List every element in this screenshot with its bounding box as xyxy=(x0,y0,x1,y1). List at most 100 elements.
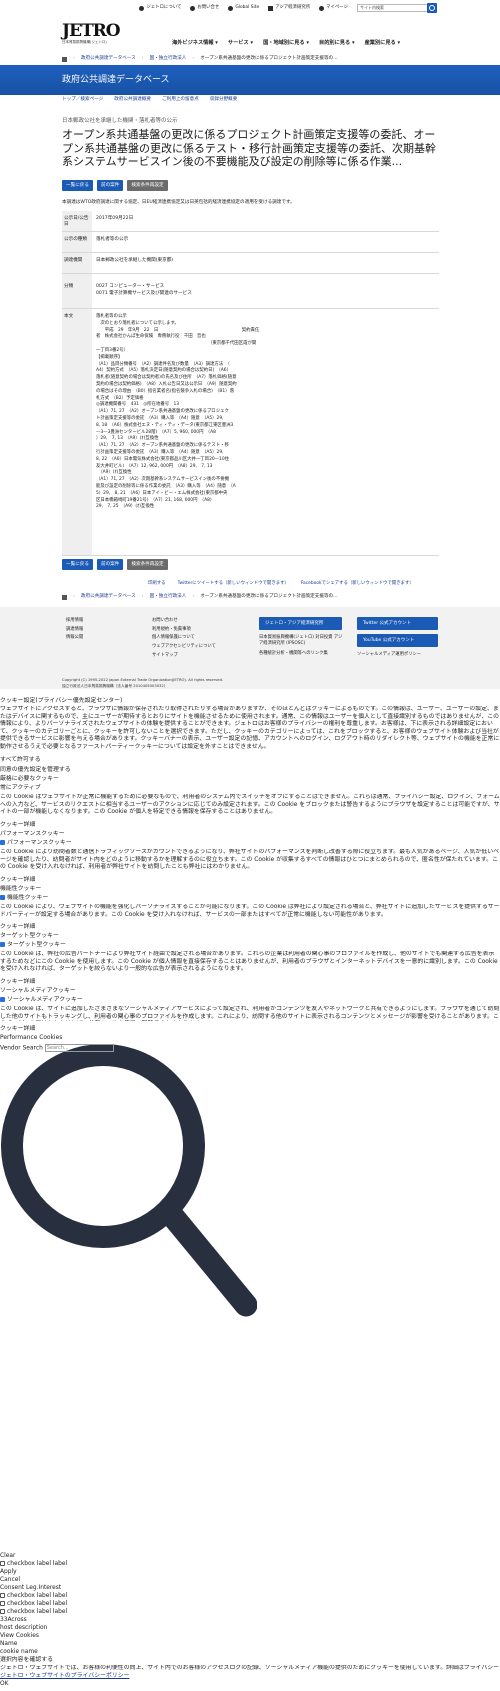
cookie-details-link[interactable]: クッキー詳細 xyxy=(0,822,500,830)
perf-cookies-desc: この Cookie により訪問者数と通信トラフィックソースがカウントできるように… xyxy=(0,849,499,871)
user-icon xyxy=(319,5,325,11)
twitter-account-button[interactable]: Twitter 公式アカウント xyxy=(357,617,438,630)
site-search-input[interactable]: サイト内検索 xyxy=(357,4,437,12)
apply-button[interactable]: Apply xyxy=(0,1569,500,1577)
social-policy-link[interactable]: ソーシャルメディア運用ポリシー xyxy=(357,651,421,660)
page: ジェトロについて お問い合せ Global Site アジア経済研究所 マイペー… xyxy=(0,0,500,1691)
main-nav: 海外ビジネス情報 ▾ サービス ▾ 国・地域別に見る ▾ 目的別に見る ▾ 産業… xyxy=(172,40,400,47)
checkbox-icon[interactable] xyxy=(0,1593,5,1598)
target-cookies-toggle[interactable]: ターゲット型クッキー xyxy=(0,942,500,950)
confirm-selection-button[interactable]: 選択内容を確認する xyxy=(0,1657,500,1665)
cookie-details-link[interactable]: クッキー詳細 xyxy=(0,979,500,987)
twitter-share-link[interactable]: Twitterにツイートする（新しいウィンドウで開きます） xyxy=(178,581,289,587)
ide-link[interactable]: アジア経済研究所 xyxy=(268,5,310,11)
subnav-overview[interactable]: 政府公共調達概要 xyxy=(114,97,151,103)
target-cookies-desc: この Cookie は、弊社の広告パートナーにより弊社サイト経由で設定される場合… xyxy=(0,951,498,973)
social-cookies-toggle[interactable]: ソーシャルメディアクッキー xyxy=(0,997,500,1005)
nav-by-industry[interactable]: 産業別に見る ▾ xyxy=(365,40,401,47)
func-cookies-desc: この Cookie により、ウェブサイトの機能を強化しパーソナライズすることが可… xyxy=(0,904,500,918)
footer-link[interactable]: 採用情報 xyxy=(66,617,83,626)
corporate-number: 独立行政法人日本貿易振興機構（法人番号 2010405003032） xyxy=(62,684,168,688)
filter-checkbox[interactable]: checkbox label label xyxy=(0,1601,500,1609)
footer-link[interactable]: 日本貿易振興機構(ジェトロ) 対日投資 アジア経済研究所 (IPSOSC) xyxy=(259,635,344,647)
row-key: 本文 xyxy=(62,309,92,555)
filter-checkbox[interactable]: checkbox label label xyxy=(0,1609,500,1617)
band-title: 政府公共調達データベース xyxy=(62,75,170,85)
row-value: 0027 コンピューター・サービス 0071 電子計算機サービス及び関連のサービ… xyxy=(96,284,192,296)
checkbox-icon[interactable] xyxy=(0,1561,5,1566)
breadcrumb-agency[interactable]: 国・独立行政法人 xyxy=(150,594,187,600)
footer-link[interactable]: ウェブアクセシビリティについて xyxy=(152,643,216,652)
clear-button[interactable]: Clear xyxy=(0,1553,500,1561)
row-key: 分類 xyxy=(62,274,92,308)
cookie-details-link[interactable]: クッキー詳細 xyxy=(0,924,500,932)
home-icon[interactable] xyxy=(62,594,67,600)
perf-cookies-toggle[interactable]: パフォーマンスクッキー xyxy=(0,840,500,848)
ok-button[interactable]: OK xyxy=(0,1681,500,1689)
search-icon[interactable] xyxy=(0,1043,257,1320)
footer-link[interactable]: 各種統計分析・機関等へのリンク集 xyxy=(259,651,344,657)
row-value: 2017年09月22日 xyxy=(96,216,134,221)
checkbox-icon[interactable] xyxy=(0,942,5,947)
cookie-name-label: Name xyxy=(0,1641,18,1647)
filter-checkbox[interactable]: checkbox label label xyxy=(0,1561,500,1569)
footer-link[interactable]: 調達情報 xyxy=(66,626,83,635)
home-icon[interactable] xyxy=(62,56,67,62)
prev-item-button[interactable]: 前の案件 xyxy=(96,180,124,191)
row-key: 公示日/公告日 xyxy=(62,211,92,231)
nav-by-region[interactable]: 国・地域別に見る ▾ xyxy=(263,40,309,47)
search-icon[interactable] xyxy=(427,3,437,13)
section-band: 政府公共調達データベース xyxy=(0,65,500,95)
checkbox-icon[interactable] xyxy=(0,1601,5,1606)
breadcrumb-current: オープン系共通基盤の更改に係るプロジェクト計画策定支援等の... xyxy=(200,594,338,599)
footer-link[interactable]: 情報公開 xyxy=(66,634,83,643)
nav-services[interactable]: サービス ▾ xyxy=(228,40,253,47)
breadcrumb-db[interactable]: 政府公共調達データベース xyxy=(81,56,136,62)
allow-all-button[interactable]: すべて許可する xyxy=(0,757,500,765)
subnav-notes[interactable]: ご利用上の留意点 xyxy=(162,97,199,103)
vendor-search-input[interactable]: Search... xyxy=(44,1044,114,1052)
table-row: 調達機関 日本郵政公社を承継した機関(東京都) xyxy=(62,253,439,274)
youtube-account-button[interactable]: YouTube 公式アカウント xyxy=(357,634,438,647)
nav-overseas-business[interactable]: 海外ビジネス情報 ▾ xyxy=(172,40,218,47)
cookie-details-link[interactable]: クッキー詳細 xyxy=(0,877,500,885)
func-cookies-heading: 機能性クッキー xyxy=(0,886,42,892)
info-icon xyxy=(139,5,145,11)
ide-site-button[interactable]: ジェトロ・アジア経済研究所 xyxy=(259,617,342,630)
mypage-link[interactable]: マイページ xyxy=(319,5,348,11)
cookie-intro: ウェブサイトにアクセスすると、ブラウザに情報が保存されたり取得されたりする場合が… xyxy=(0,706,500,750)
cookie-details-link[interactable]: クッキー詳細 xyxy=(0,1026,500,1034)
checkbox-icon[interactable] xyxy=(0,840,5,845)
print-link[interactable]: 印刷する xyxy=(148,581,166,587)
nav-by-purpose[interactable]: 目的別に見る ▾ xyxy=(319,40,355,47)
footer-link[interactable]: お問い合わせ xyxy=(152,617,216,626)
checkbox-icon[interactable] xyxy=(0,895,5,900)
facebook-share-link[interactable]: Facebookでシェアする（新しいウィンドウで開きます） xyxy=(301,581,414,587)
footer-link[interactable]: 利用規約・免責事項 xyxy=(152,626,216,635)
back-to-list-button[interactable]: 一覧に戻る xyxy=(62,559,93,570)
strict-cookies-heading: 厳格に必要なクッキー xyxy=(0,776,59,782)
reset-search-button[interactable]: 検索条件再設定 xyxy=(127,559,168,570)
checkbox-icon[interactable] xyxy=(0,997,5,1002)
footer-link[interactable]: 個人情報保護について xyxy=(152,634,216,643)
func-cookies-toggle[interactable]: 機能性クッキー xyxy=(0,895,500,903)
subnav-top[interactable]: トップ／検索ページ xyxy=(62,97,103,103)
privacy-policy-link[interactable]: ジェトロ・ウェブサイトのプライバシーポリシー xyxy=(0,1673,500,1681)
about-link[interactable]: ジェトロについて xyxy=(139,5,181,11)
filter-checkbox[interactable]: checkbox label label xyxy=(0,1593,500,1601)
breadcrumb-db[interactable]: 政府公共調達データベース xyxy=(81,594,136,600)
contact-link[interactable]: お問い合せ xyxy=(190,5,219,11)
view-cookies-link[interactable]: View Cookies xyxy=(0,1633,500,1641)
jetro-logo[interactable]: JETRO 日本貿易振興機構(ジェトロ) xyxy=(62,22,122,49)
site-footer: 採用情報 調達情報 情報公開 お問い合わせ 利用規約・免責事項 個人情報保護につ… xyxy=(0,607,500,689)
back-to-list-button[interactable]: 一覧に戻る xyxy=(62,180,93,191)
reset-search-button[interactable]: 検索条件再設定 xyxy=(127,180,168,191)
global-site-link[interactable]: Global Site xyxy=(228,5,259,11)
copyright: Copyright (C) 1995-2022 Japan External T… xyxy=(62,678,224,682)
subnav-fields[interactable]: 収録分野概要 xyxy=(210,97,238,103)
footer-link[interactable]: サイトマップ xyxy=(152,652,216,661)
breadcrumb-agency[interactable]: 国・独立行政法人 xyxy=(150,56,187,62)
cancel-button[interactable]: Cancel xyxy=(0,1577,500,1585)
checkbox-icon[interactable] xyxy=(0,1609,5,1614)
prev-item-button[interactable]: 前の案件 xyxy=(96,559,124,570)
